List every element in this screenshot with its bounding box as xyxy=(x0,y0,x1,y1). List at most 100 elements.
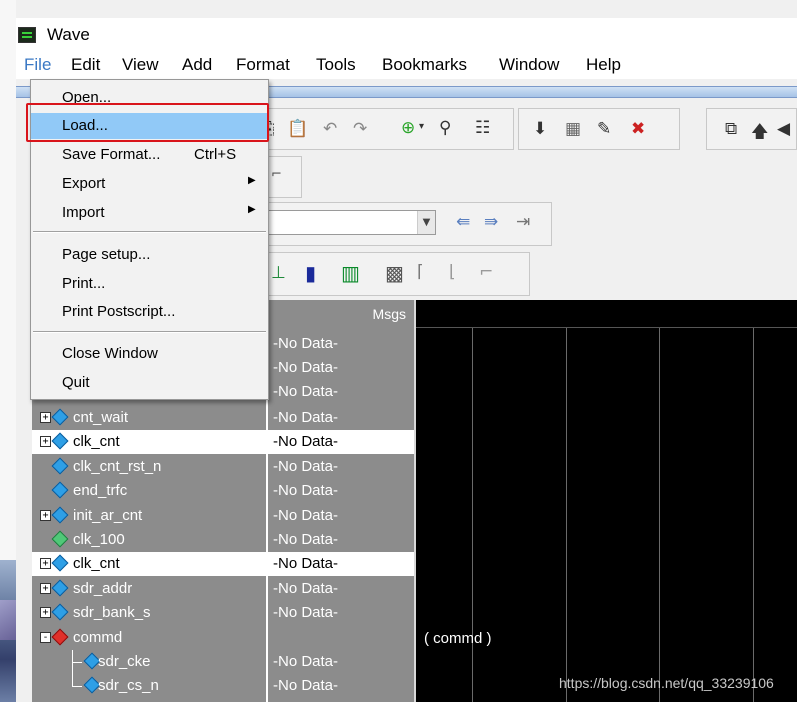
break-icon[interactable]: ✖ xyxy=(631,119,645,139)
menu-format[interactable]: Format xyxy=(236,55,290,75)
wave-fall-icon[interactable]: ⌊ xyxy=(449,262,456,282)
value-cell: -No Data- xyxy=(268,650,414,674)
menu-bookmarks[interactable]: Bookmarks xyxy=(382,55,467,75)
signal-row[interactable]: sdr_cke xyxy=(32,650,266,674)
value-text: -No Data- xyxy=(273,507,339,524)
wave-window: Wave File Edit View Add Format Tools Boo… xyxy=(16,0,797,702)
desktop-edge xyxy=(0,0,16,702)
signal-name: end_trfc xyxy=(73,482,128,499)
menu-item-export[interactable]: Export ▶ xyxy=(31,171,268,197)
left-arrow-icon[interactable]: ◀ xyxy=(777,119,790,139)
value-text: -No Data- xyxy=(273,604,339,621)
blue-diamond-icon xyxy=(51,554,69,572)
waveform-pane[interactable]: ( commd ) xyxy=(414,300,797,702)
menu-file[interactable]: File xyxy=(24,55,51,75)
find-next-icon[interactable]: ⇛ xyxy=(484,212,498,232)
signal-name: sdr_cke xyxy=(98,653,151,670)
signal-row[interactable]: sdr_cs_n xyxy=(32,662,266,698)
compile-all-icon[interactable]: ▦ xyxy=(565,119,581,139)
menu-item-label: Close Window xyxy=(62,345,158,362)
expand-icon[interactable]: + xyxy=(40,558,51,569)
menu-item-quit[interactable]: Quit xyxy=(31,370,268,396)
title-bar: Wave xyxy=(16,18,797,52)
tree-icon[interactable]: ☷ xyxy=(475,118,490,138)
signal-row[interactable]: - commd xyxy=(32,626,266,650)
expand-icon[interactable]: + xyxy=(40,412,51,423)
signal-row[interactable]: + cnt_wait xyxy=(32,406,266,430)
value-cell: -No Data- xyxy=(268,528,414,552)
compile-icon[interactable]: ⬇ xyxy=(533,119,547,139)
chevron-down-icon[interactable]: ▾ xyxy=(419,121,424,132)
menu-view[interactable]: View xyxy=(122,55,159,75)
menu-item-shortcut: Ctrl+S xyxy=(194,146,237,163)
wave-dense-icon[interactable]: ▩ xyxy=(385,261,404,285)
value-cell: -No Data- xyxy=(268,674,414,698)
signal-name: commd xyxy=(73,629,123,646)
menu-window[interactable]: Window xyxy=(499,55,559,75)
signal-row[interactable]: + clk_cnt xyxy=(32,430,266,454)
compile-toolbar: ⬇ ▦ ✎ ✖ xyxy=(518,108,680,150)
menu-item-save-format[interactable]: Save Format... Ctrl+S xyxy=(31,142,268,168)
menu-add[interactable]: Add xyxy=(182,55,212,75)
window-icon[interactable]: ⧉ xyxy=(725,119,737,139)
menu-item-label: Export xyxy=(62,175,106,192)
values-header-label: Msgs xyxy=(372,306,406,322)
blue-diamond-icon xyxy=(51,579,69,597)
value-text: -No Data- xyxy=(273,409,339,426)
signal-name: cnt_wait xyxy=(73,409,129,426)
value-cell: -No Data- xyxy=(268,601,414,625)
signal-row[interactable]: clk_100 xyxy=(32,528,266,552)
expand-icon[interactable]: + xyxy=(40,583,51,594)
wave-rise-icon[interactable]: ⌈ xyxy=(417,262,424,282)
menu-item-close-window[interactable]: Close Window xyxy=(31,341,268,367)
find-icon[interactable]: ⚲ xyxy=(439,118,451,138)
menu-item-page-setup[interactable]: Page setup... xyxy=(31,242,268,268)
add-wave-icon[interactable]: ⊕ xyxy=(401,118,415,138)
expand-icon[interactable]: + xyxy=(40,510,51,521)
wave-block-icon[interactable]: ▮ xyxy=(305,261,316,285)
signal-row[interactable]: end_trfc xyxy=(32,479,266,503)
signal-row[interactable]: + sdr_bank_s xyxy=(32,601,266,625)
watermark: https://blog.csdn.net/qq_33239106 xyxy=(559,675,774,691)
menu-item-print[interactable]: Print... xyxy=(31,271,268,297)
up-arrow-icon[interactable]: 🡅 xyxy=(751,119,768,148)
menu-tools[interactable]: Tools xyxy=(316,55,356,75)
undo-icon[interactable]: ↶ xyxy=(323,119,337,139)
signal-row[interactable]: + init_ar_cnt xyxy=(32,504,266,528)
find-options-icon[interactable]: ⇥ xyxy=(516,212,530,232)
menu-bar: File Edit View Add Format Tools Bookmark… xyxy=(16,52,797,79)
chevron-down-icon[interactable]: ▼ xyxy=(417,211,435,234)
expand-icon[interactable]: + xyxy=(40,436,51,447)
value-text: -No Data- xyxy=(273,653,339,670)
redo-icon[interactable]: ↷ xyxy=(353,119,367,139)
signal-row[interactable]: clk_cnt_rst_n xyxy=(32,455,266,479)
value-cell: -No Data- xyxy=(268,332,414,356)
grid-line xyxy=(566,328,567,702)
edge-icon[interactable]: ⌐ xyxy=(271,167,282,182)
find-prev-icon[interactable]: ⇚ xyxy=(456,212,470,232)
signal-row[interactable]: + sdr_addr xyxy=(32,577,266,601)
paste-icon[interactable]: 📋 xyxy=(287,119,308,139)
value-text: -No Data- xyxy=(273,458,339,475)
simulate-icon[interactable]: ✎ xyxy=(597,119,611,139)
tree-line xyxy=(72,662,82,663)
value-text: -No Data- xyxy=(273,335,339,352)
wave-bus-icon[interactable]: ▥ xyxy=(341,261,360,285)
menu-edit[interactable]: Edit xyxy=(71,55,100,75)
value-cell xyxy=(268,626,414,650)
menu-item-label: Print Postscript... xyxy=(62,303,176,320)
wave-search-combo[interactable]: ▼ xyxy=(252,210,436,235)
expand-icon[interactable]: + xyxy=(40,607,51,618)
signal-row[interactable]: + clk_cnt xyxy=(32,552,266,576)
blue-diamond-icon xyxy=(51,506,69,524)
menu-help[interactable]: Help xyxy=(586,55,621,75)
wave-step-icon[interactable]: ⊥ xyxy=(271,263,286,283)
red-diamond-icon xyxy=(51,628,69,646)
menu-item-print-postscript[interactable]: Print Postscript... xyxy=(31,299,268,325)
menu-item-import[interactable]: Import ▶ xyxy=(31,200,268,226)
values-pane: Msgs -No Data- -No Data- -No Data- -No D… xyxy=(266,300,414,702)
window-title: Wave xyxy=(47,25,90,44)
commd-wave-label: ( commd ) xyxy=(424,630,492,647)
wave-pulse-icon[interactable]: ⌐ xyxy=(479,262,493,282)
collapse-icon[interactable]: - xyxy=(40,632,51,643)
